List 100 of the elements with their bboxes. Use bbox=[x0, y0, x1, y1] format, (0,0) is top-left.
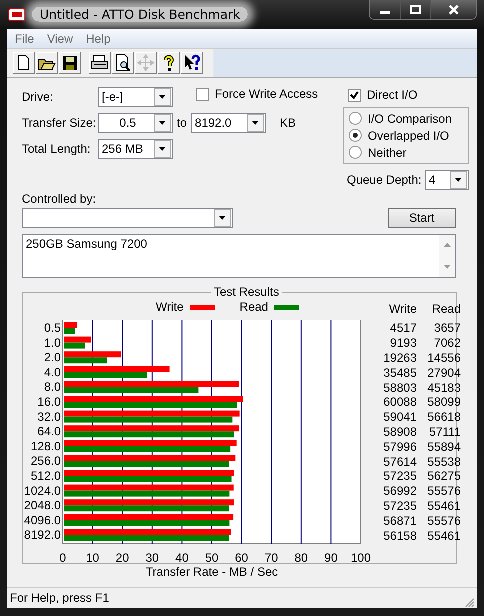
tick-label: 90 bbox=[324, 551, 338, 565]
scroll-up-icon[interactable] bbox=[444, 243, 450, 247]
category-label: 1024.0 bbox=[24, 484, 61, 498]
table-cell-text: 3657 bbox=[433, 321, 461, 336]
print-preview-icon bbox=[114, 54, 132, 72]
table-cell-text: 35485 bbox=[382, 366, 417, 380]
controlled-by-label: Controlled by: bbox=[22, 192, 98, 206]
queue-depth-label: Queue Depth: bbox=[347, 173, 422, 187]
menu-item[interactable]: File bbox=[15, 32, 34, 46]
category-label: 1.0 bbox=[44, 336, 61, 350]
open-folder-button[interactable] bbox=[36, 52, 58, 74]
category-label: 8.0 bbox=[44, 380, 61, 394]
context-help-button[interactable] bbox=[181, 52, 203, 74]
category-label: 256.0 bbox=[30, 454, 61, 468]
close-button[interactable] bbox=[430, 0, 476, 19]
help-button[interactable] bbox=[158, 52, 180, 74]
tick-label: 40 bbox=[176, 551, 189, 565]
category-label: 32.0 bbox=[38, 410, 61, 424]
transfer-to-dropdown[interactable]: 8192.0 bbox=[191, 113, 266, 133]
context-help-icon bbox=[183, 54, 201, 72]
tick-label: 100 bbox=[350, 551, 372, 565]
table-cell-text: 45183 bbox=[426, 380, 461, 395]
caret-icon bbox=[159, 95, 166, 99]
tick-label: 80 bbox=[294, 551, 308, 565]
legend-label: Read bbox=[240, 300, 268, 314]
floppy-disk-button[interactable] bbox=[59, 52, 81, 74]
table-cell-text: 55461 bbox=[426, 528, 461, 543]
printer-icon bbox=[91, 54, 109, 72]
total-length-dropdown[interactable]: 256 MB bbox=[98, 139, 173, 159]
table-cell-text: 57111 bbox=[428, 424, 461, 439]
category-label: 4.0 bbox=[44, 365, 61, 380]
category-label: 0.5 bbox=[44, 321, 61, 335]
menu-item[interactable]: Help bbox=[86, 32, 111, 46]
checkbox[interactable] bbox=[196, 88, 209, 100]
axis-title: Transfer Rate - MB / Sec bbox=[146, 565, 278, 578]
checkbox-label: Direct I/O bbox=[367, 88, 418, 102]
table-cell-text: 57235 bbox=[382, 469, 417, 484]
drive-label: Drive: bbox=[22, 90, 54, 104]
checkbox[interactable] bbox=[348, 88, 361, 102]
start-button[interactable]: Start bbox=[388, 208, 456, 228]
move-arrows-icon bbox=[137, 54, 155, 72]
printer-button[interactable] bbox=[89, 52, 111, 74]
close-icon bbox=[448, 4, 460, 14]
window-title: Untitled - ATTO Disk Benchmark bbox=[32, 7, 248, 22]
table-cell-text: 55538 bbox=[426, 454, 461, 469]
drive-dropdown[interactable]: [-e-] bbox=[98, 87, 173, 107]
table-cell-text: 55576 bbox=[426, 484, 461, 498]
table-cell-text: 56275 bbox=[426, 469, 461, 484]
transfer-from-dropdown[interactable]: 0.5 bbox=[98, 113, 173, 133]
table-cell-text: 56618 bbox=[426, 410, 461, 424]
controlled-by-dropdown[interactable] bbox=[22, 208, 233, 228]
table-cell-text: 59041 bbox=[382, 410, 417, 424]
unit-label: KB bbox=[280, 116, 296, 130]
new-file-button[interactable] bbox=[13, 52, 35, 74]
scroll-down-icon[interactable] bbox=[444, 265, 450, 269]
column-header: Read bbox=[431, 302, 461, 316]
table-cell-text: 56992 bbox=[382, 484, 417, 498]
category-label: 2.0 bbox=[44, 350, 61, 365]
table-cell-text: 14556 bbox=[426, 350, 461, 365]
tick-label: 70 bbox=[264, 551, 278, 565]
category-label: 64.0 bbox=[38, 424, 61, 439]
caret-icon bbox=[219, 216, 226, 220]
radio-label: Neither bbox=[368, 146, 407, 160]
tick-label: 20 bbox=[116, 551, 130, 565]
table-cell-text: 7062 bbox=[433, 336, 461, 350]
maximize-icon bbox=[410, 4, 422, 14]
category-label: 8192.0 bbox=[24, 528, 61, 542]
table-cell-text: 57614 bbox=[382, 454, 417, 469]
scrollbar[interactable] bbox=[439, 235, 455, 277]
minimize-button[interactable] bbox=[370, 0, 400, 19]
legend-label: Write bbox=[156, 300, 184, 314]
table-cell-text: 56158 bbox=[382, 528, 417, 543]
caret-icon bbox=[159, 121, 166, 125]
radio-label: I/O Comparison bbox=[368, 112, 452, 126]
category-label: 2048.0 bbox=[24, 498, 61, 513]
tick-label: 10 bbox=[86, 551, 100, 565]
total-length-label: Total Length: bbox=[22, 142, 92, 156]
radio-button[interactable] bbox=[349, 112, 362, 125]
table-cell-text: 56871 bbox=[382, 514, 417, 528]
radio-button[interactable] bbox=[349, 146, 362, 159]
maximize-button[interactable] bbox=[400, 0, 430, 19]
caret-icon bbox=[455, 178, 462, 182]
tick-label: 30 bbox=[146, 551, 160, 565]
description-field[interactable]: 250GB Samsung 7200 bbox=[22, 234, 456, 278]
table-cell-text: 60088 bbox=[382, 395, 417, 410]
table-cell-text: 55576 bbox=[426, 514, 461, 528]
table-cell-text: 55894 bbox=[426, 440, 461, 454]
checkbox-label: Force Write Access bbox=[215, 87, 318, 101]
tick-label: 0 bbox=[60, 551, 66, 565]
radio-button[interactable] bbox=[349, 129, 362, 142]
table-cell-text: 27904 bbox=[426, 366, 461, 380]
print-preview-button[interactable] bbox=[112, 52, 134, 74]
table-cell-text: 58099 bbox=[426, 395, 461, 410]
tick-label: 60 bbox=[235, 551, 248, 565]
category-label: 512.0 bbox=[30, 469, 61, 483]
queue-depth-dropdown[interactable]: 4 bbox=[425, 170, 469, 190]
table-cell-text: 57235 bbox=[382, 498, 417, 513]
app-icon bbox=[8, 6, 26, 22]
category-label: 128.0 bbox=[30, 439, 61, 454]
menu-item[interactable]: View bbox=[47, 32, 74, 46]
